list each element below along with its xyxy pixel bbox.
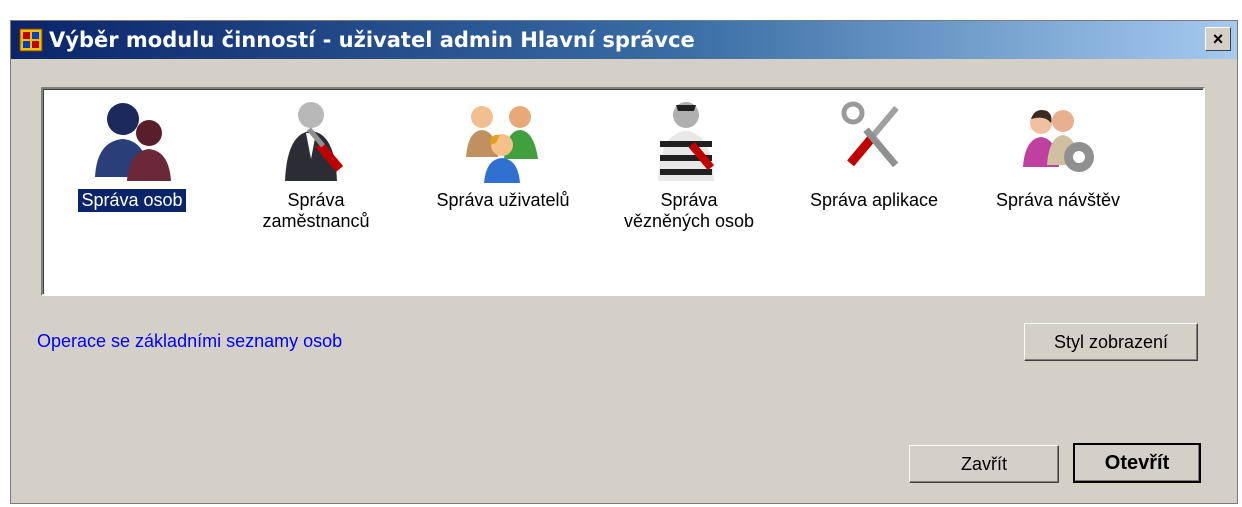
window-title: Výběr modulu činností - uživatel admin H… bbox=[49, 28, 695, 52]
tools-icon bbox=[841, 101, 899, 168]
module-list: Správa osob Správa zaměstnanců Správa už… bbox=[41, 87, 1205, 296]
module-description: Operace se základními seznamy osob bbox=[37, 331, 343, 351]
employee-tools-icon bbox=[285, 102, 344, 181]
display-style-button[interactable]: Styl zobrazení bbox=[1024, 323, 1198, 361]
module-label: Správa návštěv bbox=[995, 190, 1121, 210]
close-window-button[interactable]: × bbox=[1205, 27, 1231, 51]
close-button[interactable]: Zavřít bbox=[909, 445, 1059, 483]
users-group-icon bbox=[466, 106, 538, 183]
module-employee-management[interactable]: Správa zaměstnanců bbox=[231, 97, 401, 233]
module-app-management[interactable]: Správa aplikace bbox=[789, 97, 959, 212]
module-select-dialog: Výběr modulu činností - uživatel admin H… bbox=[10, 20, 1238, 504]
people-icon bbox=[95, 103, 171, 181]
module-label: Správa uživatelů bbox=[436, 190, 570, 210]
module-label: Správa vězněných osob bbox=[623, 190, 755, 231]
module-person-management[interactable]: Správa osob bbox=[47, 97, 217, 213]
prisoner-icon bbox=[658, 102, 715, 181]
module-label: Správa zaměstnanců bbox=[262, 190, 370, 231]
app-icon bbox=[19, 28, 43, 52]
title-bar[interactable]: Výběr modulu činností - uživatel admin H… bbox=[11, 21, 1237, 59]
module-visit-management[interactable]: Správa návštěv bbox=[973, 97, 1143, 212]
visitors-gear-icon bbox=[1023, 110, 1094, 172]
module-user-management[interactable]: Správa uživatelů bbox=[418, 97, 588, 212]
module-label: Správa aplikace bbox=[809, 190, 939, 210]
open-button[interactable]: Otevřít bbox=[1073, 443, 1201, 483]
module-label: Správa osob bbox=[77, 188, 187, 213]
close-icon: × bbox=[1212, 28, 1224, 49]
module-prisoner-management[interactable]: Správa vězněných osob bbox=[604, 97, 774, 233]
